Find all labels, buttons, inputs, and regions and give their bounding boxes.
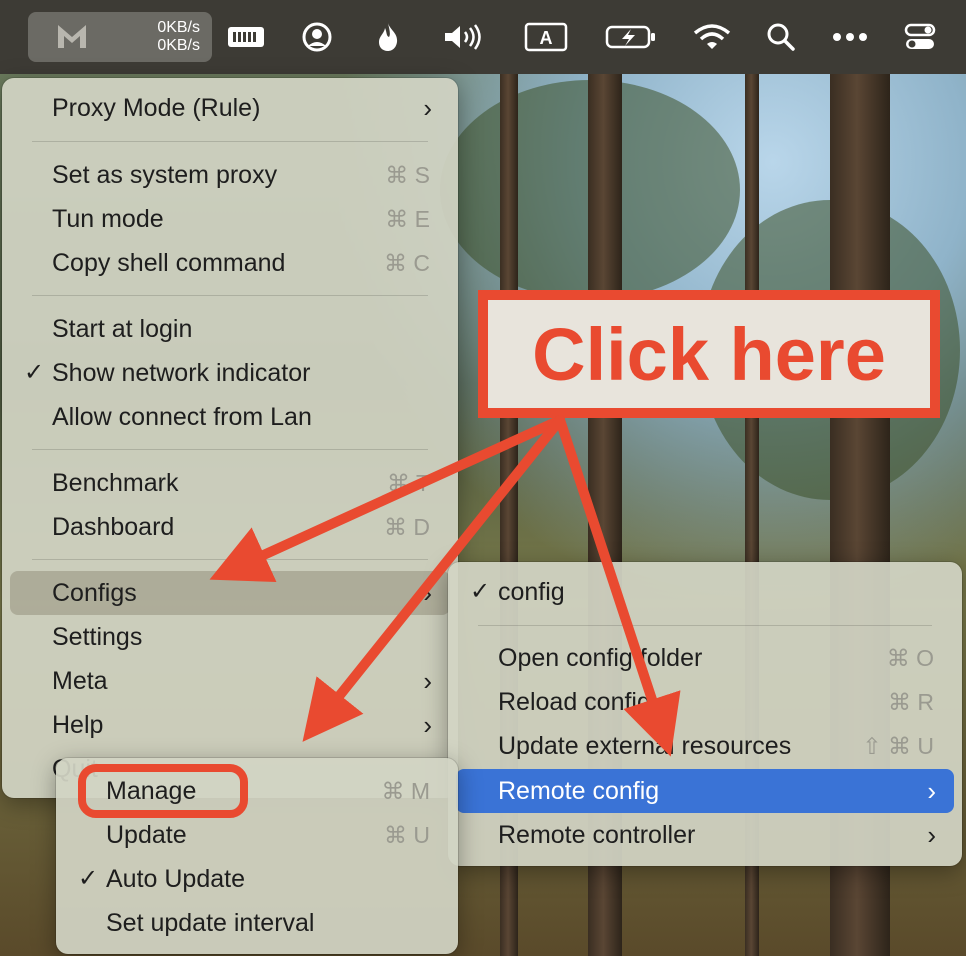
clash-main-menu: Proxy Mode (Rule) › Set as system proxy … [2,78,458,798]
menu-item-set-system-proxy[interactable]: Set as system proxy ⌘ S [10,155,450,195]
menu-item-label: Proxy Mode (Rule) [52,94,261,122]
menu-item-shortcut: ⌘ M [381,778,430,804]
menu-item-start-at-login[interactable]: Start at login [10,309,450,349]
menu-item-label: Show network indicator [52,359,311,387]
menu-item-proxy-mode[interactable]: Proxy Mode (Rule) › [10,88,450,128]
menu-item-remote-config[interactable]: Remote config › [456,769,954,813]
menu-item-update-external-resources[interactable]: Update external resources ⇧ ⌘ U [456,726,954,766]
menu-item-auto-update[interactable]: ✓ Auto Update [64,859,450,899]
menu-item-label: Reload config [498,688,651,716]
menu-item-reload-config[interactable]: Reload config ⌘ R [456,682,954,722]
user-circle-icon[interactable] [298,18,336,56]
text-input-icon[interactable]: A [522,18,570,56]
control-center-icon[interactable] [902,18,938,56]
battery-charging-icon[interactable] [604,18,658,56]
menu-item-update[interactable]: Update ⌘ U [64,815,450,855]
menu-item-label: Configs [52,579,137,607]
menu-item-label: Tun mode [52,205,164,233]
menu-item-label: Benchmark [52,469,179,497]
menu-item-settings[interactable]: Settings [10,617,450,657]
search-icon[interactable] [764,18,798,56]
menu-item-open-config-folder[interactable]: Open config folder ⌘ O [456,638,954,678]
menu-item-label: Update [106,821,187,849]
menu-item-benchmark[interactable]: Benchmark ⌘ T [10,463,450,503]
menu-separator [32,141,428,142]
configs-submenu: ✓ config Open config folder ⌘ O Reload c… [448,562,962,866]
menu-item-dashboard[interactable]: Dashboard ⌘ D [10,507,450,547]
menu-item-shortcut: ⌘ R [888,689,934,715]
menu-item-label: Settings [52,623,143,651]
keyboard-icon[interactable] [226,18,266,56]
checkmark-icon: ✓ [24,359,45,386]
menu-item-allow-lan[interactable]: Allow connect from Lan [10,397,450,437]
chevron-right-icon: › [423,666,432,696]
menu-item-label: Update external resources [498,732,792,760]
menu-item-shortcut: ⌘ E [385,206,430,232]
menu-item-label: Open config folder [498,644,703,672]
menu-bar: 0KB/s 0KB/s A [0,0,966,74]
menu-item-help[interactable]: Help › [10,705,450,745]
upload-speed: 0KB/s [157,19,200,36]
menu-item-configs[interactable]: Configs › [10,571,450,615]
menu-item-label: Copy shell command [52,249,286,277]
menu-item-label: Meta [52,667,108,695]
menu-item-copy-shell-command[interactable]: Copy shell command ⌘ C [10,243,450,283]
menu-item-label: Remote controller [498,821,696,849]
menu-item-set-update-interval[interactable]: Set update interval [64,903,450,943]
flame-icon[interactable] [372,18,404,56]
menu-item-label: config [498,578,565,606]
menu-separator [32,295,428,296]
menu-item-meta[interactable]: Meta › [10,661,450,701]
svg-text:A: A [540,28,553,48]
checkmark-icon: ✓ [78,865,99,892]
menu-item-label: Remote config [498,777,660,805]
menu-item-shortcut: ⌘ O [886,645,934,671]
menu-item-label: Set as system proxy [52,161,278,189]
menu-item-label: Set update interval [106,909,315,937]
menu-separator [32,449,428,450]
menu-item-label: Help [52,711,104,739]
menu-item-label: Allow connect from Lan [52,403,312,431]
clash-m-icon [58,25,86,48]
menu-item-label: Auto Update [106,865,245,893]
menu-item-shortcut: ⌘ S [385,162,430,188]
volume-icon[interactable] [440,18,486,56]
menu-item-shortcut: ⌘ C [384,250,430,276]
chevron-right-icon: › [423,93,432,123]
menu-item-show-network-indicator[interactable]: ✓ Show network indicator [10,353,450,393]
menu-separator [478,625,932,626]
highlight-ring-manage [78,764,248,818]
chevron-right-icon: › [423,710,432,740]
menu-item-shortcut: ⌘ D [384,514,430,540]
chevron-right-icon: › [423,578,432,608]
menu-item-config[interactable]: ✓ config [456,572,954,612]
more-icon[interactable] [830,18,870,56]
wifi-icon[interactable] [692,18,732,56]
menu-item-shortcut: ⌘ U [384,822,430,848]
click-here-callout: Click here [478,290,940,418]
download-speed: 0KB/s [157,37,200,54]
menu-separator [32,559,428,560]
menu-item-shortcut: ⇧ ⌘ U [862,733,934,759]
checkmark-icon: ✓ [470,578,491,605]
menu-item-label: Dashboard [52,513,175,541]
chevron-right-icon: › [927,820,936,850]
menu-item-shortcut: ⌘ T [386,470,430,496]
menu-item-label: Start at login [52,315,193,343]
network-speed: 0KB/s 0KB/s [120,19,200,55]
menu-item-remote-controller[interactable]: Remote controller › [456,815,954,855]
menu-item-tun-mode[interactable]: Tun mode ⌘ E [10,199,450,239]
chevron-right-icon: › [927,776,936,806]
